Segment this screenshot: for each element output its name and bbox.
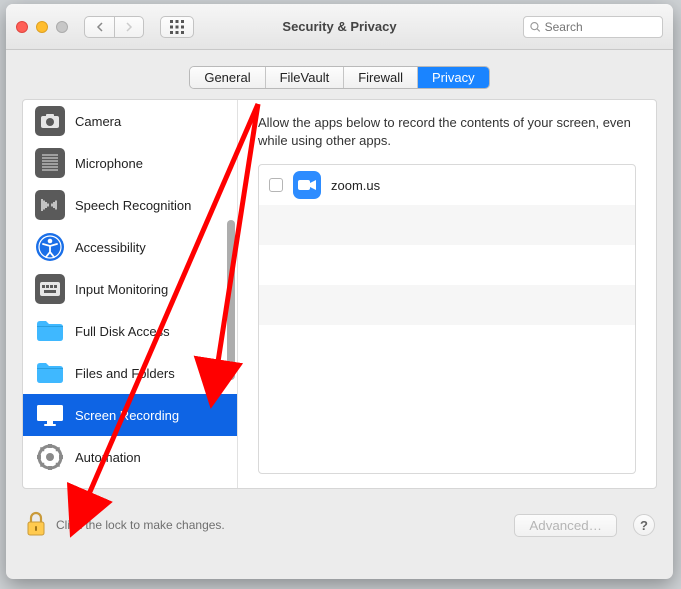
privacy-panel: Camera Microphone Speech Recognition Access… bbox=[22, 99, 657, 489]
sidebar-scrollbar[interactable] bbox=[227, 220, 235, 380]
sidebar-item-full-disk-access[interactable]: Full Disk Access bbox=[23, 310, 237, 352]
sidebar-item-speech-recognition[interactable]: Speech Recognition bbox=[23, 184, 237, 226]
sidebar-item-input-monitoring[interactable]: Input Monitoring bbox=[23, 268, 237, 310]
sidebar-item-camera[interactable]: Camera bbox=[23, 100, 237, 142]
content-description: Allow the apps below to record the conte… bbox=[258, 114, 636, 150]
chevron-left-icon bbox=[96, 22, 104, 32]
sidebar-item-label: Speech Recognition bbox=[75, 198, 191, 213]
footer: Click the lock to make changes. Advanced… bbox=[6, 497, 673, 553]
lock-hint: Click the lock to make changes. bbox=[56, 518, 225, 532]
search-input[interactable] bbox=[545, 20, 656, 34]
show-all-button[interactable] bbox=[160, 16, 194, 38]
app-row bbox=[259, 285, 635, 325]
tabs-row: GeneralFileVaultFirewallPrivacy bbox=[6, 50, 673, 99]
sidebar-item-files-and-folders[interactable]: Files and Folders bbox=[23, 352, 237, 394]
nav-buttons bbox=[84, 16, 144, 38]
sidebar-item-label: Microphone bbox=[75, 156, 143, 171]
app-list: zoom.us bbox=[258, 164, 636, 474]
preferences-window: Security & Privacy GeneralFileVaultFirew… bbox=[6, 4, 673, 579]
sidebar-item-label: Accessibility bbox=[75, 240, 146, 255]
sidebar-item-automation[interactable]: Automation bbox=[23, 436, 237, 478]
tab-general[interactable]: General bbox=[190, 67, 265, 88]
content-area: Allow the apps below to record the conte… bbox=[238, 100, 656, 488]
sidebar-item-label: Input Monitoring bbox=[75, 282, 168, 297]
sidebar-item-label: Files and Folders bbox=[75, 366, 175, 381]
app-row bbox=[259, 205, 635, 245]
sidebar-item-label: Full Disk Access bbox=[75, 324, 170, 339]
sidebar-item-screen-recording[interactable]: Screen Recording bbox=[23, 394, 237, 436]
sidebar-item-label: Camera bbox=[75, 114, 121, 129]
forward-button[interactable] bbox=[114, 16, 144, 38]
tab-firewall[interactable]: Firewall bbox=[344, 67, 418, 88]
search-field[interactable] bbox=[523, 16, 663, 38]
sidebar-item-label: Screen Recording bbox=[75, 408, 179, 423]
traffic-lights bbox=[16, 21, 68, 33]
back-button[interactable] bbox=[84, 16, 114, 38]
lock-icon[interactable] bbox=[24, 511, 48, 540]
app-row bbox=[259, 325, 635, 365]
tab-filevault[interactable]: FileVault bbox=[266, 67, 345, 88]
privacy-sidebar: Camera Microphone Speech Recognition Access… bbox=[23, 100, 238, 488]
help-button[interactable]: ? bbox=[633, 514, 655, 536]
sidebar-item-label: Automation bbox=[75, 450, 141, 465]
advanced-button[interactable]: Advanced… bbox=[514, 514, 617, 537]
tab-privacy[interactable]: Privacy bbox=[418, 67, 489, 88]
sidebar-item-accessibility[interactable]: Accessibility bbox=[23, 226, 237, 268]
tabs: GeneralFileVaultFirewallPrivacy bbox=[189, 66, 489, 89]
app-row bbox=[259, 245, 635, 285]
app-name: zoom.us bbox=[331, 178, 380, 193]
chevron-right-icon bbox=[125, 22, 133, 32]
search-icon bbox=[530, 21, 541, 33]
minimize-window-button[interactable] bbox=[36, 21, 48, 33]
zoom-icon bbox=[293, 171, 321, 199]
titlebar: Security & Privacy bbox=[6, 4, 673, 50]
close-window-button[interactable] bbox=[16, 21, 28, 33]
zoom-window-button bbox=[56, 21, 68, 33]
grid-icon bbox=[170, 20, 184, 34]
app-row: zoom.us bbox=[259, 165, 635, 205]
sidebar-item-microphone[interactable]: Microphone bbox=[23, 142, 237, 184]
app-checkbox[interactable] bbox=[269, 178, 283, 192]
